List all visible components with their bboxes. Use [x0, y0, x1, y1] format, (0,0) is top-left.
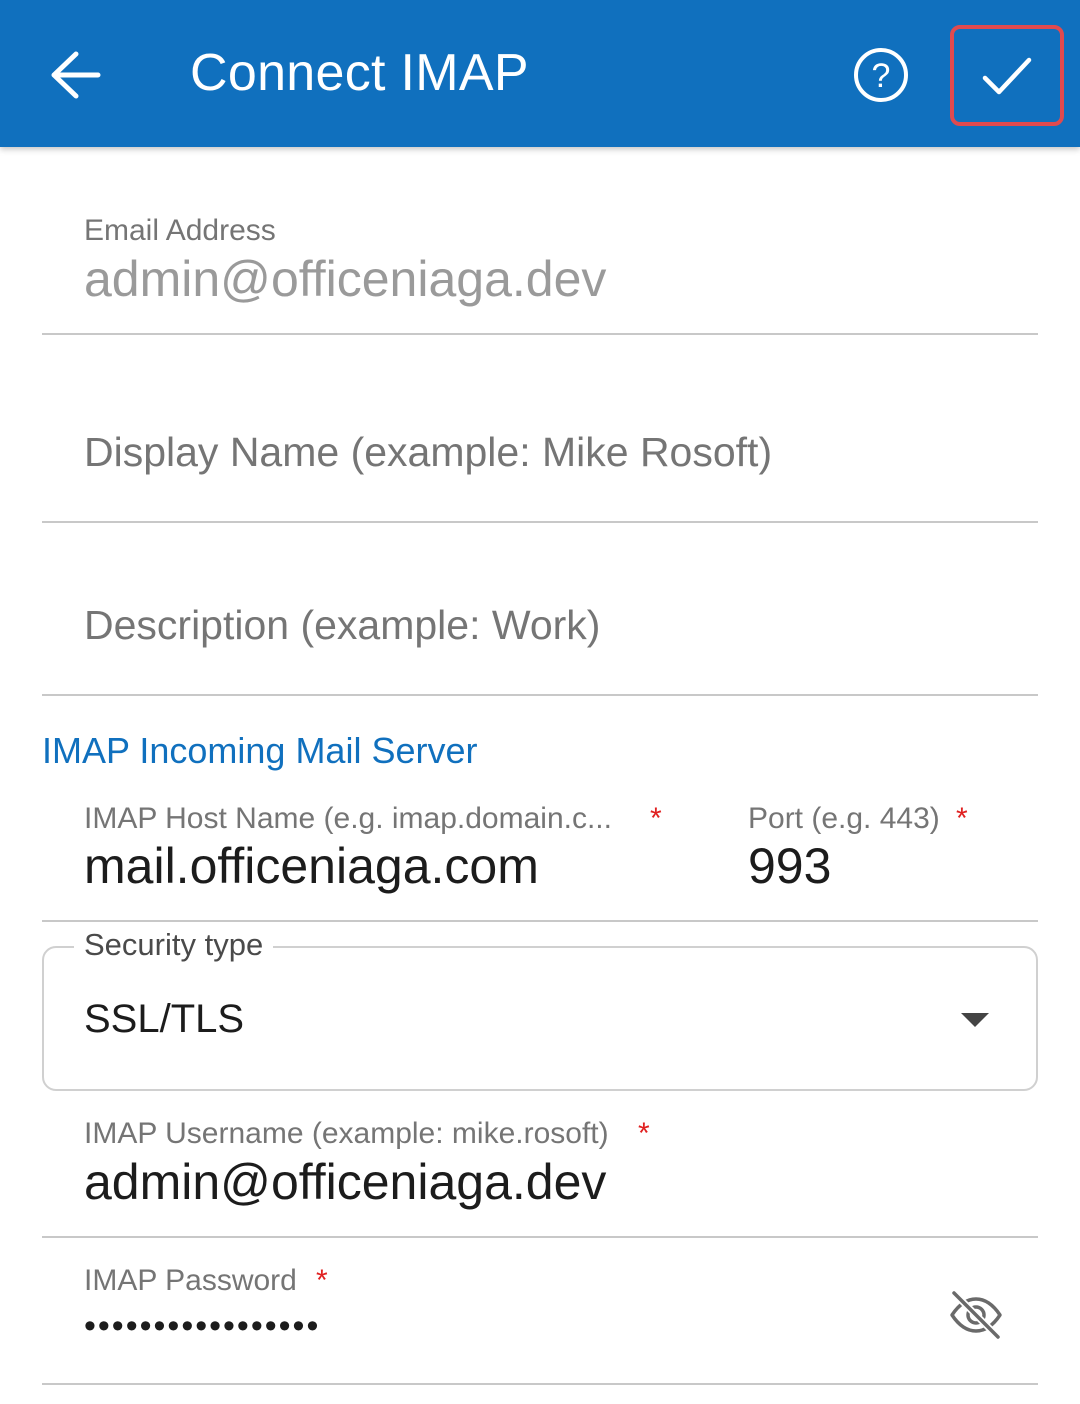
username-underline	[42, 1236, 1038, 1238]
port-required-mark: *	[956, 802, 968, 835]
check-icon	[982, 57, 1032, 95]
display-name-underline	[42, 521, 1038, 523]
email-value: admin@officeniaga.dev	[84, 251, 607, 307]
username-value: admin@officeniaga.dev	[84, 1154, 607, 1210]
email-underline	[42, 333, 1038, 335]
description-placeholder: Description (example: Work)	[84, 602, 601, 648]
page-title: Connect IMAP	[190, 44, 529, 102]
username-label: IMAP Username (example: mike.rosoft)	[84, 1117, 609, 1150]
password-required-mark: *	[316, 1264, 328, 1297]
app-bar: Connect IMAP ?	[0, 0, 1080, 147]
incoming-server-section-title: IMAP Incoming Mail Server	[42, 730, 478, 771]
host-label: IMAP Host Name (e.g. imap.domain.c...	[84, 802, 612, 835]
help-circle-icon: ?	[854, 48, 908, 102]
toggle-password-visibility-button[interactable]	[946, 1285, 1006, 1345]
host-value: mail.officeniaga.com	[84, 838, 539, 894]
password-underline	[42, 1383, 1038, 1385]
eye-off-icon	[950, 1289, 1002, 1341]
back-button[interactable]	[40, 44, 110, 106]
security-type-value: SSL/TLS	[84, 997, 245, 1041]
password-label: IMAP Password	[84, 1264, 297, 1297]
help-button[interactable]: ?	[852, 46, 910, 104]
display-name-placeholder: Display Name (example: Mike Rosoft)	[84, 429, 773, 475]
confirm-button[interactable]	[950, 25, 1064, 126]
svg-text:?: ?	[872, 57, 891, 95]
security-type-label: Security type	[74, 926, 274, 964]
host-port-underline	[42, 920, 1038, 922]
username-required-mark: *	[638, 1117, 650, 1150]
description-underline	[42, 694, 1038, 696]
arrow-left-icon	[51, 51, 101, 99]
host-required-mark: *	[650, 802, 662, 835]
password-value: •••••••••••••••••	[84, 1307, 321, 1345]
port-value: 993	[748, 838, 832, 894]
email-label: Email Address	[84, 214, 276, 247]
dropdown-arrow-icon[interactable]	[960, 1012, 990, 1028]
port-label: Port (e.g. 443)	[748, 802, 940, 835]
